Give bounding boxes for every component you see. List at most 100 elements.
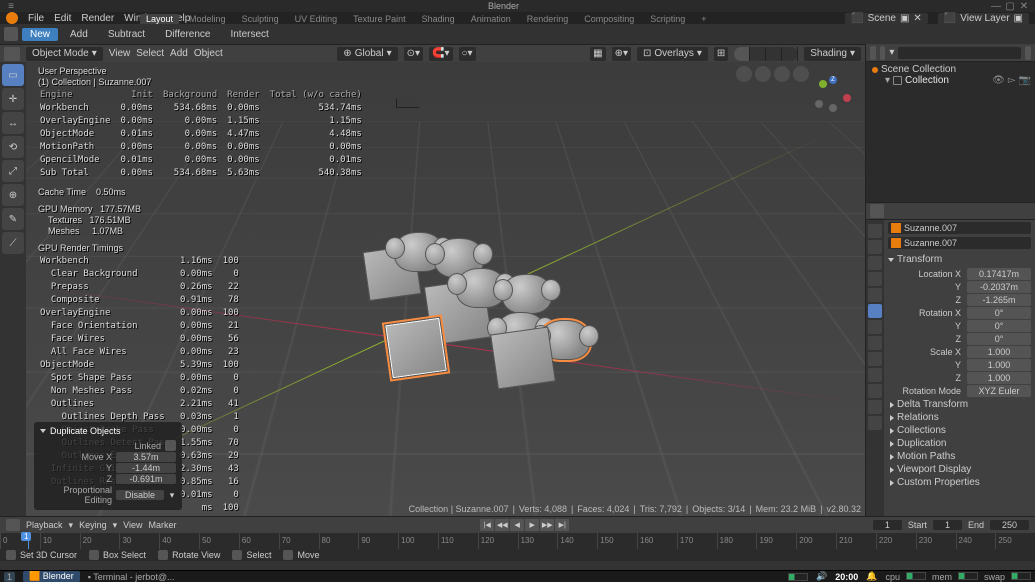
tab-render[interactable] bbox=[868, 224, 882, 238]
proportional-toggle[interactable]: ○▾ bbox=[459, 47, 476, 61]
tab-texture[interactable] bbox=[868, 416, 882, 430]
tool-measure[interactable]: ⟋ bbox=[2, 232, 24, 254]
mem-monitor-icon[interactable] bbox=[958, 572, 978, 580]
properties-editor-icon[interactable] bbox=[870, 204, 884, 218]
window-minimize-button[interactable]: — bbox=[989, 1, 1003, 12]
tab-scripting[interactable]: Scripting bbox=[644, 14, 691, 24]
app-menu-icon[interactable]: ≡ bbox=[4, 1, 18, 12]
scale-z-field[interactable]: 1.000 bbox=[967, 372, 1031, 384]
mesh-suzanne[interactable] bbox=[502, 274, 552, 314]
difference-button[interactable]: Difference bbox=[157, 28, 218, 41]
tool-annotate[interactable]: ✎ bbox=[2, 208, 24, 230]
tool-scale[interactable]: ⤢ bbox=[2, 160, 24, 182]
gizmo-x-icon[interactable] bbox=[843, 94, 851, 102]
rot-y-field[interactable]: 0° bbox=[967, 320, 1031, 332]
editor-type-dropdown-icon[interactable] bbox=[4, 47, 20, 61]
scale-x-field[interactable]: 1.000 bbox=[967, 346, 1031, 358]
desktop-switcher[interactable]: 1 bbox=[4, 572, 15, 582]
scene-close-icon[interactable]: ✕ bbox=[913, 13, 921, 24]
camera-widget[interactable] bbox=[396, 84, 420, 108]
gizmo-z-icon[interactable]: Z bbox=[829, 76, 837, 84]
section-duplication[interactable]: Duplication bbox=[888, 437, 1031, 450]
section-custom-properties[interactable]: Custom Properties bbox=[888, 476, 1031, 489]
tab-modifiers[interactable] bbox=[868, 320, 882, 334]
end-frame-field[interactable]: 250 bbox=[990, 520, 1029, 530]
zoom-icon[interactable] bbox=[736, 66, 752, 82]
move-y-field[interactable]: -1.44m bbox=[116, 463, 176, 473]
tool-select-box[interactable]: ▭ bbox=[2, 64, 24, 86]
vp-menu-add[interactable]: Add bbox=[170, 48, 188, 59]
tab-layout[interactable]: Layout bbox=[140, 14, 179, 24]
rotation-mode-select[interactable]: XYZ Euler bbox=[967, 385, 1031, 397]
vp-menu-view[interactable]: View bbox=[109, 48, 131, 59]
tab-object[interactable] bbox=[868, 304, 882, 318]
eye-icon[interactable]: 👁 bbox=[992, 75, 1005, 86]
overlays-dropdown[interactable]: ⊡Overlays▾ bbox=[637, 47, 708, 61]
object-name-field[interactable]: Suzanne.007 bbox=[888, 237, 1031, 249]
tl-view[interactable]: View bbox=[123, 520, 142, 530]
checkbox-icon[interactable] bbox=[893, 76, 902, 85]
section-relations[interactable]: Relations bbox=[888, 411, 1031, 424]
current-frame-field[interactable]: 1 bbox=[873, 520, 902, 530]
orientation-gizmo[interactable]: Z bbox=[815, 76, 851, 112]
window-close-button[interactable]: ✕ bbox=[1017, 1, 1031, 12]
pivot-select[interactable]: ⊙▾ bbox=[404, 47, 423, 61]
tl-marker[interactable]: Marker bbox=[148, 520, 176, 530]
snap-toggle[interactable]: 🧲▾ bbox=[429, 47, 452, 61]
filter-icon[interactable] bbox=[1025, 46, 1031, 60]
section-motion-paths[interactable]: Motion Paths bbox=[888, 450, 1031, 463]
menu-file[interactable]: File bbox=[28, 13, 44, 24]
play-button[interactable]: ▶ bbox=[525, 519, 539, 531]
playhead[interactable]: 1 bbox=[28, 533, 29, 549]
cpu-monitor-icon[interactable] bbox=[906, 572, 926, 580]
keyframe-next-button[interactable]: ▶▶ bbox=[540, 519, 554, 531]
section-delta-transform[interactable]: Delta Transform bbox=[888, 398, 1031, 411]
orientation-select[interactable]: ⊕Global▾ bbox=[337, 47, 397, 61]
outliner-display-mode-icon[interactable] bbox=[880, 46, 886, 60]
prop-edit-select[interactable]: Disable bbox=[116, 490, 164, 500]
tab-viewlayer[interactable] bbox=[868, 256, 882, 270]
tab-animation[interactable]: Animation bbox=[465, 14, 517, 24]
timeline-editor-icon[interactable] bbox=[6, 519, 20, 531]
scene-browse-icon[interactable]: ▣ bbox=[900, 13, 909, 24]
editor-type-icon[interactable] bbox=[4, 27, 18, 41]
render-icon[interactable]: 📷 bbox=[1019, 75, 1031, 86]
tab-physics[interactable] bbox=[868, 352, 882, 366]
taskbar-app-terminal[interactable]: ▪ Terminal - jerbot@... bbox=[88, 572, 175, 582]
blender-logo-icon[interactable] bbox=[6, 12, 18, 24]
clock[interactable]: 20:00 bbox=[835, 572, 858, 582]
section-collections[interactable]: Collections bbox=[888, 424, 1031, 437]
os-taskbar[interactable]: 1 🟧 Blender ▪ Terminal - jerbot@... 🔊 20… bbox=[0, 570, 1035, 582]
keyframe-prev-button[interactable]: ◀◀ bbox=[495, 519, 509, 531]
subtract-button[interactable]: Subtract bbox=[100, 28, 153, 41]
gizmo-y-icon[interactable] bbox=[819, 80, 827, 88]
start-frame-field[interactable]: 1 bbox=[933, 520, 962, 530]
mesh-cube-selected[interactable] bbox=[384, 317, 448, 380]
tool-rotate[interactable]: ⟲ bbox=[2, 136, 24, 158]
add-workspace-button[interactable]: + bbox=[695, 14, 712, 24]
notification-icon[interactable]: 🔔 bbox=[866, 571, 877, 582]
view-object-types-icon[interactable]: ▦ bbox=[590, 47, 605, 61]
tab-rendering[interactable]: Rendering bbox=[521, 14, 575, 24]
volume-icon[interactable]: 🔊 bbox=[816, 571, 827, 582]
tab-output[interactable] bbox=[868, 240, 882, 254]
timeline-ruler[interactable]: 1 01020304050607080901001101201301401501… bbox=[0, 533, 1035, 549]
move-x-field[interactable]: 3.57m bbox=[116, 452, 176, 462]
menu-edit[interactable]: Edit bbox=[54, 13, 71, 24]
play-reverse-button[interactable]: ◀ bbox=[510, 519, 524, 531]
tab-compositing[interactable]: Compositing bbox=[578, 14, 640, 24]
tab-scene[interactable] bbox=[868, 272, 882, 286]
disclosure-triangle-icon[interactable] bbox=[40, 429, 46, 433]
rot-z-field[interactable]: 0° bbox=[967, 333, 1031, 345]
jump-end-button[interactable]: ▶| bbox=[555, 519, 569, 531]
linked-checkbox[interactable] bbox=[165, 440, 176, 451]
move-view-icon[interactable] bbox=[755, 66, 771, 82]
new-button[interactable]: New bbox=[22, 28, 58, 41]
tl-playback[interactable]: Playback bbox=[26, 520, 63, 530]
vp-menu-select[interactable]: Select bbox=[136, 48, 164, 59]
breadcrumb[interactable]: Suzanne.007 bbox=[888, 222, 1031, 234]
section-viewport-display[interactable]: Viewport Display bbox=[888, 463, 1031, 476]
tl-keying[interactable]: Keying bbox=[79, 520, 107, 530]
tab-mesh[interactable] bbox=[868, 384, 882, 398]
vp-menu-object[interactable]: Object bbox=[194, 48, 223, 59]
